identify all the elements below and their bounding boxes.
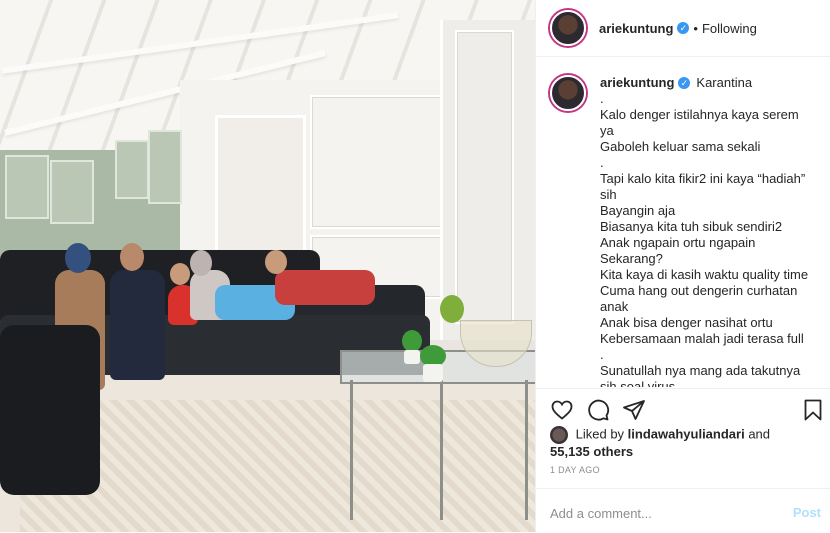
caption-line: Sunatullah nya mang ada takutnya sih soa… — [600, 363, 801, 387]
table-leg — [525, 380, 528, 520]
caption-line: Bayangin aja — [600, 203, 676, 218]
liked-by-label: Liked by — [575, 426, 625, 442]
likes-summary: Liked by lindawahyuliandari and 55,135 o… — [550, 426, 820, 460]
caption-body: ariekuntung ✓ Karantina . Kalo denger is… — [600, 75, 810, 387]
person-head — [170, 263, 190, 285]
person-head — [190, 250, 212, 276]
author-avatar[interactable] — [550, 10, 586, 46]
caption-title: Karantina — [696, 75, 753, 90]
bookmark-icon[interactable] — [801, 398, 825, 422]
caption-line: Tapi kalo kita fikir2 ini kaya “hadiah” … — [600, 171, 806, 202]
comment-input[interactable] — [550, 504, 770, 522]
paper-plane-icon[interactable] — [622, 398, 646, 422]
doorway — [215, 115, 306, 256]
caption-line: . — [600, 347, 604, 362]
wall-panel — [455, 30, 514, 324]
pot — [423, 364, 443, 382]
kitchen-cabinet — [148, 130, 182, 204]
recliner-chair — [0, 325, 100, 495]
plant — [402, 330, 422, 352]
action-bar — [536, 388, 830, 429]
caption-line: . — [600, 91, 604, 106]
caption-line: Kalo denger istilahnya kaya serem ya — [600, 107, 799, 138]
plant — [440, 295, 464, 323]
verified-badge-icon: ✓ — [678, 77, 691, 89]
kitchen-cabinet — [115, 140, 149, 199]
person — [110, 270, 165, 380]
caption-line: Gaboleh keluar sama sekali — [600, 139, 761, 154]
post-header: ariekuntung ✓ • Following — [536, 0, 830, 57]
post-photo[interactable] — [0, 0, 535, 532]
caption-line: Cuma hang out dengerin curhatan anak — [600, 283, 798, 314]
person-head — [120, 243, 144, 271]
likes-conjunction: and — [748, 426, 771, 442]
verified-badge-icon: ✓ — [677, 22, 690, 34]
caption-username[interactable]: ariekuntung — [600, 75, 674, 91]
post-sidebar: ariekuntung ✓ • Following ariekuntung ✓ … — [535, 0, 830, 532]
caption-line: Kita kaya di kasih waktu quality time — [600, 267, 809, 282]
liker-username[interactable]: lindawahyuliandari — [628, 426, 745, 441]
person-head — [265, 250, 287, 274]
post-timestamp[interactable]: 1 DAY AGO — [550, 465, 600, 475]
person — [275, 270, 375, 305]
author-username[interactable]: ariekuntung — [599, 21, 673, 36]
likes-count[interactable]: 55,135 others — [550, 444, 820, 460]
caption-line: Anak bisa denger nasihat ortu — [600, 315, 773, 330]
caption-avatar[interactable] — [550, 75, 586, 111]
caption-row: ariekuntung ✓ Karantina . Kalo denger is… — [536, 57, 830, 387]
caption-area[interactable]: ariekuntung ✓ Karantina . Kalo denger is… — [536, 57, 830, 387]
following-button[interactable]: Following — [702, 21, 757, 36]
comment-icon[interactable] — [586, 398, 610, 422]
separator-dot: • — [693, 20, 698, 36]
caption-line: Kebersamaan malah jadi terasa full — [600, 331, 804, 346]
caption-header: ariekuntung ✓ Karantina — [600, 75, 810, 91]
caption-line: . — [600, 155, 604, 170]
liker-avatar[interactable] — [550, 426, 568, 444]
wall-panel — [310, 95, 444, 229]
table-leg — [350, 380, 353, 520]
kitchen-cabinet — [5, 155, 49, 219]
post-comment-button[interactable]: Post — [793, 505, 821, 520]
caption-line: Anak ngapain ortu ngapain — [600, 235, 756, 250]
caption-line: Biasanya kita tuh sibuk sendiri2 — [600, 219, 783, 234]
heart-icon[interactable] — [550, 398, 574, 422]
comment-bar: Post — [536, 488, 830, 533]
instagram-post: ariekuntung ✓ • Following ariekuntung ✓ … — [0, 0, 830, 532]
person-head — [65, 243, 91, 273]
table-leg — [440, 380, 443, 520]
pot — [404, 350, 420, 364]
kitchen-cabinet — [50, 160, 94, 224]
caption-line: Sekarang? — [600, 251, 663, 266]
